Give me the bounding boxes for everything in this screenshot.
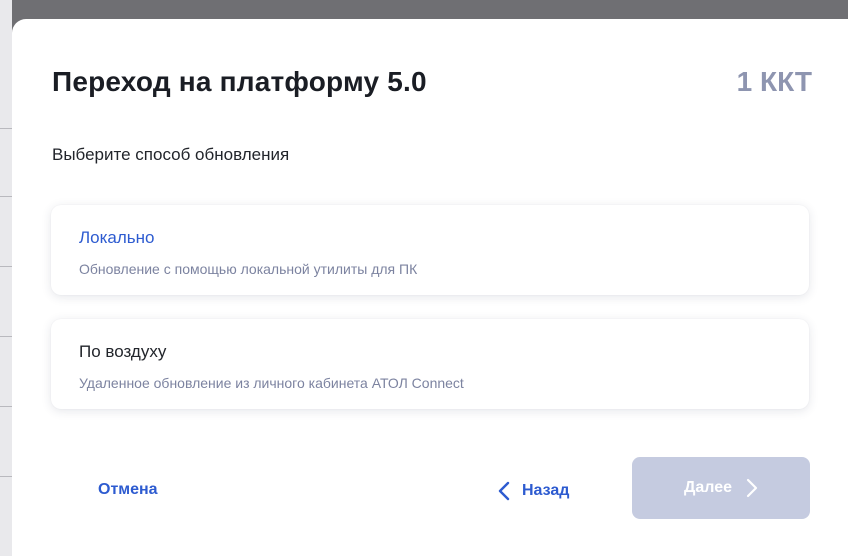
device-count: 1 ККТ	[736, 66, 812, 97]
option-description: Удаленное обновление из личного кабинета…	[79, 375, 464, 391]
background-page-strip	[0, 0, 12, 556]
dialog-subtitle: Выберите способ обновления	[52, 145, 290, 164]
background-divider	[0, 336, 12, 337]
chevron-right-icon	[746, 478, 758, 498]
back-button[interactable]: Назад	[498, 474, 569, 508]
migration-dialog: Переход на платформу 5.0 1 ККТ Выберите …	[12, 19, 848, 556]
option-local-update[interactable]: Локально Обновление с помощью локальной …	[51, 205, 809, 295]
option-over-the-air-update[interactable]: По воздуху Удаленное обновление из лично…	[51, 319, 809, 409]
background-divider	[0, 196, 12, 197]
option-title: Локально	[79, 228, 155, 247]
option-description: Обновление с помощью локальной утилиты д…	[79, 261, 418, 277]
back-button-label: Назад	[522, 482, 570, 499]
background-divider	[0, 266, 12, 267]
next-button[interactable]: Далее	[632, 457, 810, 519]
next-button-label: Далее	[683, 479, 733, 496]
background-divider	[0, 128, 12, 129]
dialog-title: Переход на платформу 5.0	[52, 66, 427, 97]
option-title: По воздуху	[79, 342, 167, 361]
chevron-left-icon	[498, 481, 510, 501]
cancel-button[interactable]: Отмена	[98, 481, 158, 499]
background-divider	[0, 476, 12, 477]
background-divider	[0, 406, 12, 407]
